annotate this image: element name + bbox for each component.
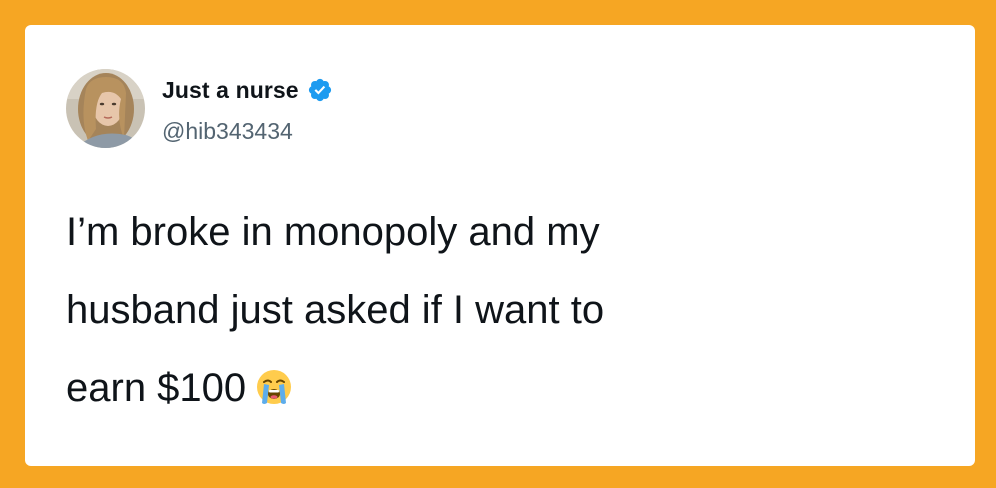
verified-badge-icon	[307, 77, 333, 103]
tweet-text-line-content: earn $100	[66, 366, 247, 410]
tweet-text-line: husband just asked if I want to	[66, 288, 605, 332]
author-display-name[interactable]: Just a nurse	[162, 77, 299, 104]
profile-photo-icon	[66, 69, 145, 148]
author-name-row: Just a nurse	[162, 75, 333, 105]
author-handle[interactable]: @hib343434	[162, 118, 293, 145]
tweet-card: Just a nurse @hib343434 I’m broke in mon…	[25, 25, 975, 466]
tweet-text-line-last: earn $100	[66, 349, 946, 427]
loudly-crying-face-icon	[254, 355, 294, 404]
tweet-text-line: I’m broke in monopoly and my	[66, 210, 600, 254]
avatar[interactable]	[66, 69, 145, 148]
tweet-text: I’m broke in monopoly and my husband jus…	[66, 193, 946, 427]
